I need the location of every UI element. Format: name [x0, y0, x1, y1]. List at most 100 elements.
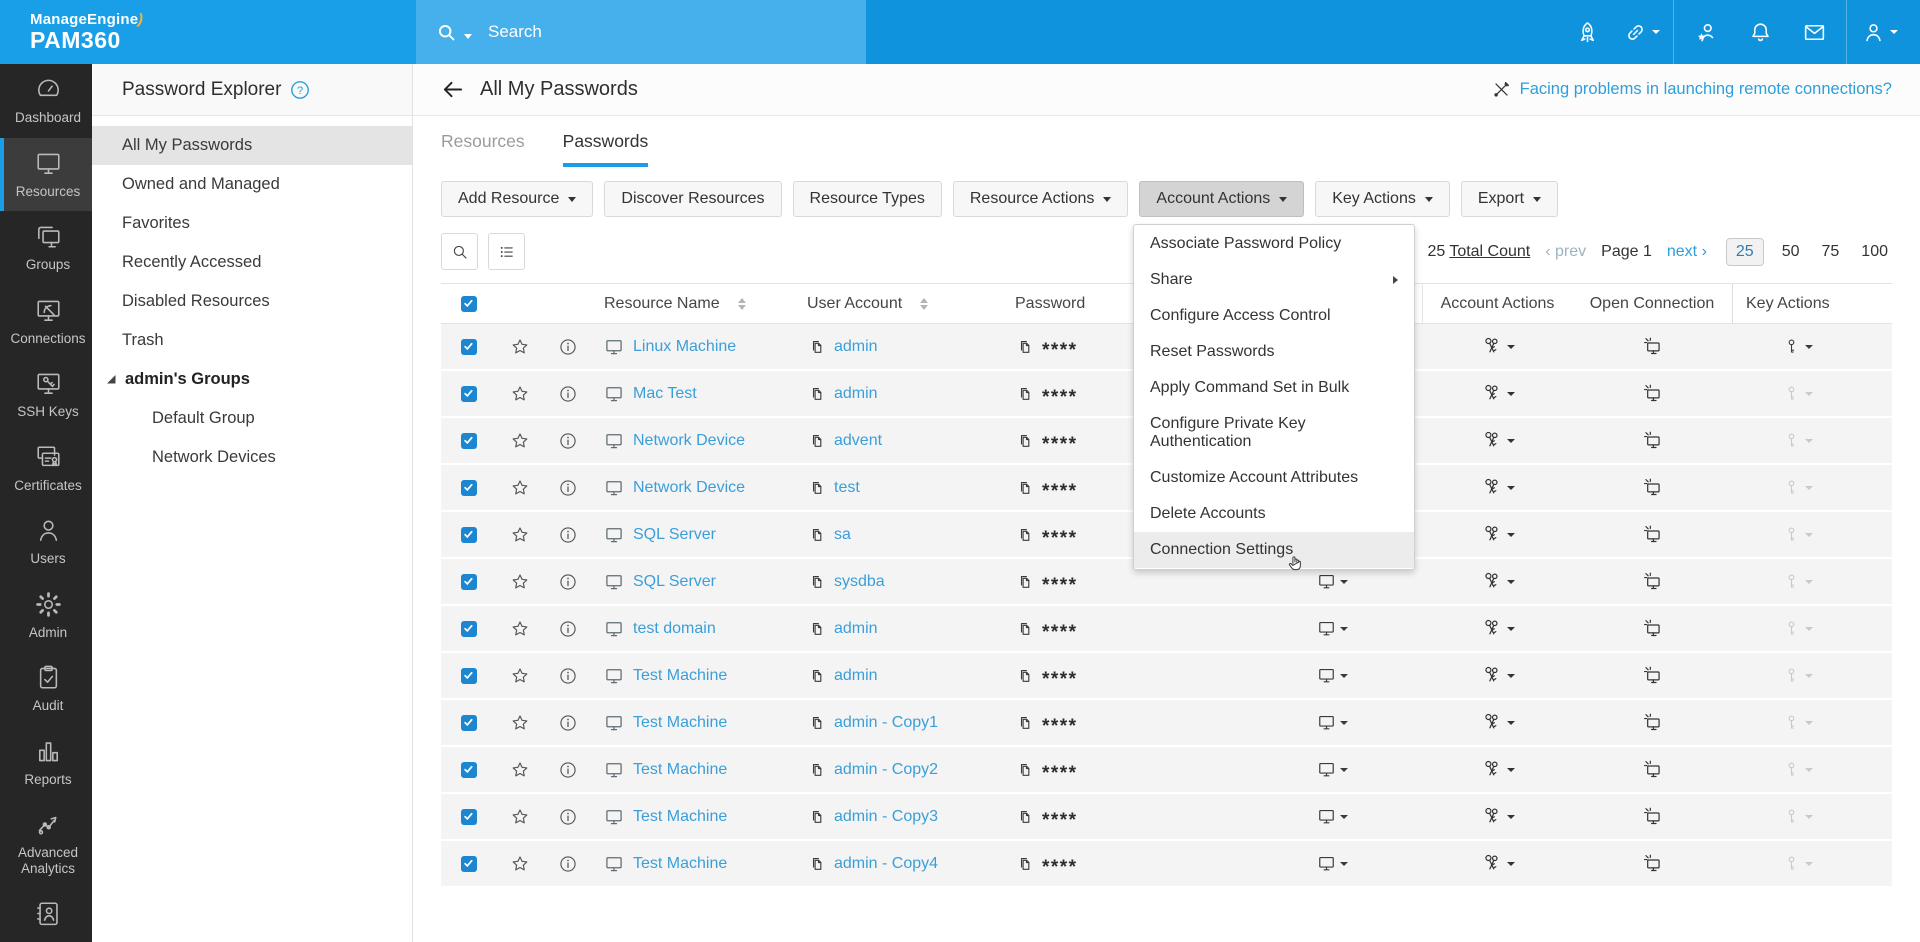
- sidebar-item-ssh-keys[interactable]: SSH Keys: [0, 358, 92, 432]
- row-account-actions-button[interactable]: [1480, 523, 1515, 546]
- resource-types-button[interactable]: Resource Types: [793, 181, 942, 217]
- explorer-item-default-group[interactable]: Default Group: [92, 399, 412, 438]
- explorer-item-all-my-passwords[interactable]: All My Passwords: [92, 126, 412, 165]
- copy-password-icon[interactable]: [1015, 855, 1033, 873]
- app-logo[interactable]: ManageEngine) PAM360: [0, 0, 416, 64]
- favorite-star-icon[interactable]: [510, 478, 530, 498]
- tab-passwords[interactable]: Passwords: [563, 131, 649, 167]
- connection-type-button[interactable]: [1317, 572, 1348, 591]
- copy-account-icon[interactable]: [807, 385, 825, 403]
- info-icon[interactable]: [558, 854, 578, 874]
- favorite-star-icon[interactable]: [510, 431, 530, 451]
- row-checkbox[interactable]: [461, 339, 477, 355]
- resource-name-link[interactable]: Network Device: [633, 432, 745, 450]
- open-connection-icon[interactable]: [1642, 571, 1663, 592]
- copy-password-icon[interactable]: [1015, 479, 1033, 497]
- row-key-actions-button[interactable]: [1782, 478, 1813, 497]
- sort-icon[interactable]: [738, 298, 746, 310]
- resource-name-link[interactable]: SQL Server: [633, 573, 716, 591]
- connection-type-button[interactable]: [1317, 854, 1348, 873]
- connection-type-button[interactable]: [1317, 666, 1348, 685]
- row-account-actions-button[interactable]: [1480, 382, 1515, 405]
- user-account-link[interactable]: admin - Copy4: [834, 855, 938, 873]
- open-connection-icon[interactable]: [1642, 383, 1663, 404]
- export-button[interactable]: Export: [1461, 181, 1558, 217]
- copy-account-icon[interactable]: [807, 761, 825, 779]
- row-checkbox[interactable]: [461, 527, 477, 543]
- row-account-actions-button[interactable]: [1480, 852, 1515, 875]
- row-checkbox[interactable]: [461, 433, 477, 449]
- favorite-star-icon[interactable]: [510, 525, 530, 545]
- tree-expand-caret-icon[interactable]: [106, 374, 117, 385]
- favorite-star-icon[interactable]: [510, 384, 530, 404]
- resource-name-link[interactable]: SQL Server: [633, 526, 716, 544]
- row-account-actions-button[interactable]: [1480, 570, 1515, 593]
- explorer-item-recently-accessed[interactable]: Recently Accessed: [92, 243, 412, 282]
- sidebar-item-users[interactable]: Users: [0, 505, 92, 579]
- sidebar-item-admin[interactable]: Admin: [0, 579, 92, 653]
- resource-name-link[interactable]: Test Machine: [633, 714, 727, 732]
- row-account-actions-button[interactable]: [1480, 617, 1515, 640]
- copy-password-icon[interactable]: [1015, 761, 1033, 779]
- info-icon[interactable]: [558, 713, 578, 733]
- row-checkbox[interactable]: [461, 386, 477, 402]
- favorite-star-icon[interactable]: [510, 337, 530, 357]
- add-resource-button[interactable]: Add Resource: [441, 181, 593, 217]
- open-connection-icon[interactable]: [1642, 759, 1663, 780]
- col-user-account[interactable]: User Account: [807, 295, 902, 313]
- bell-button[interactable]: [1733, 0, 1787, 64]
- info-icon[interactable]: [558, 337, 578, 357]
- favorite-star-icon[interactable]: [510, 572, 530, 592]
- sidebar-item-audit[interactable]: Audit: [0, 652, 92, 726]
- row-checkbox[interactable]: [461, 809, 477, 825]
- row-key-actions-button[interactable]: [1782, 760, 1813, 779]
- row-checkbox[interactable]: [461, 480, 477, 496]
- open-connection-icon[interactable]: [1642, 477, 1663, 498]
- help-icon[interactable]: ?: [290, 80, 310, 100]
- info-icon[interactable]: [558, 478, 578, 498]
- copy-account-icon[interactable]: [807, 479, 825, 497]
- copy-account-icon[interactable]: [807, 573, 825, 591]
- resource-name-link[interactable]: Mac Test: [633, 385, 697, 403]
- explorer-item-owned-and-managed[interactable]: Owned and Managed: [92, 165, 412, 204]
- remote-connection-help-link[interactable]: Facing problems in launching remote conn…: [1492, 80, 1892, 99]
- row-key-actions-button[interactable]: [1782, 619, 1813, 638]
- page-size-100[interactable]: 100: [1857, 238, 1892, 266]
- mail-button[interactable]: [1787, 0, 1841, 64]
- copy-account-icon[interactable]: [807, 620, 825, 638]
- row-key-actions-button[interactable]: [1782, 337, 1813, 356]
- row-checkbox[interactable]: [461, 621, 477, 637]
- copy-account-icon[interactable]: [807, 667, 825, 685]
- menu-item-customize-account-attributes[interactable]: Customize Account Attributes: [1134, 460, 1414, 496]
- user-account-link[interactable]: sa: [834, 526, 851, 544]
- sort-icon[interactable]: [920, 298, 928, 310]
- user-account-link[interactable]: advent: [834, 432, 882, 450]
- open-connection-icon[interactable]: [1642, 665, 1663, 686]
- col-resource-name[interactable]: Resource Name: [604, 295, 720, 313]
- total-count[interactable]: 25Total Count: [1428, 243, 1531, 261]
- copy-password-icon[interactable]: [1015, 526, 1033, 544]
- favorite-star-icon[interactable]: [510, 854, 530, 874]
- open-connection-icon[interactable]: [1642, 430, 1663, 451]
- connection-type-button[interactable]: [1317, 807, 1348, 826]
- user-button[interactable]: [1852, 0, 1906, 64]
- resource-name-link[interactable]: Test Machine: [633, 667, 727, 685]
- tab-resources[interactable]: Resources: [441, 131, 525, 167]
- row-checkbox[interactable]: [461, 762, 477, 778]
- favorite-star-icon[interactable]: [510, 807, 530, 827]
- favorite-star-icon[interactable]: [510, 713, 530, 733]
- open-connection-icon[interactable]: [1642, 336, 1663, 357]
- copy-account-icon[interactable]: [807, 338, 825, 356]
- info-icon[interactable]: [558, 431, 578, 451]
- row-key-actions-button[interactable]: [1782, 666, 1813, 685]
- open-connection-icon[interactable]: [1642, 712, 1663, 733]
- account-actions-button[interactable]: Account Actions: [1139, 181, 1304, 217]
- user-star-button[interactable]: [1679, 0, 1733, 64]
- resource-name-link[interactable]: Test Machine: [633, 808, 727, 826]
- copy-account-icon[interactable]: [807, 855, 825, 873]
- sidebar-item-groups[interactable]: Groups: [0, 211, 92, 285]
- sidebar-item-dashboard[interactable]: Dashboard: [0, 64, 92, 138]
- page-size-50[interactable]: 50: [1778, 238, 1804, 266]
- favorite-star-icon[interactable]: [510, 760, 530, 780]
- sidebar-item-contacts[interactable]: [0, 888, 92, 942]
